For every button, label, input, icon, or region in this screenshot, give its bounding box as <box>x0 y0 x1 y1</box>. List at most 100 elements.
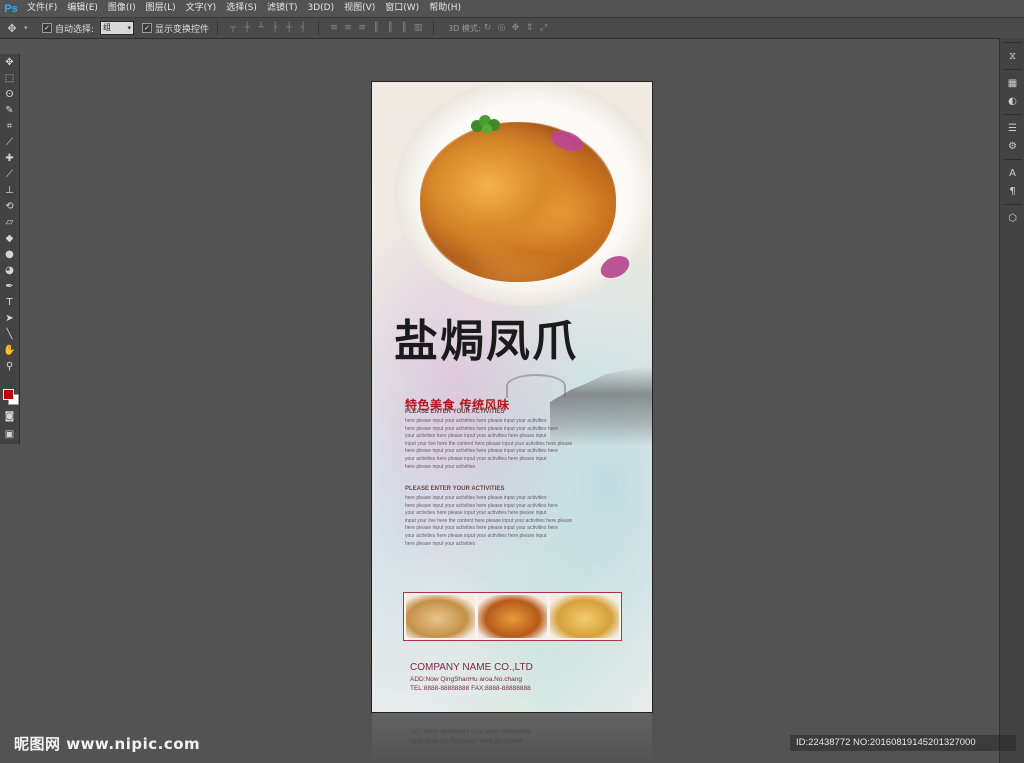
chicken-feet-image <box>420 122 616 282</box>
move-tool-icon[interactable]: ✥ <box>0 22 24 35</box>
menu-layer[interactable]: 图层(L) <box>141 0 181 17</box>
body-line: here please input your activities here p… <box>405 448 558 455</box>
tool-preset-caret-icon[interactable]: ▾ <box>24 24 34 32</box>
menu-image[interactable]: 图像(I) <box>103 0 141 17</box>
marquee-tool-icon[interactable]: ⬚ <box>0 70 19 86</box>
3d-rotate-icon[interactable]: ↻ <box>483 23 493 33</box>
align-right-icon[interactable]: ┤ <box>298 23 308 33</box>
swatches-panel-icon[interactable]: ▦ <box>1000 74 1024 92</box>
eraser-tool-icon[interactable]: ▱ <box>0 214 19 230</box>
show-transform-checkbox[interactable]: ✓ <box>142 23 153 33</box>
3d-drag-icon[interactable]: ✥ <box>511 23 521 33</box>
3d-panel-icon[interactable]: ⬡ <box>1000 209 1024 227</box>
menu-view[interactable]: 视图(V) <box>339 0 380 17</box>
body-line: input your live here the content here pl… <box>405 440 573 447</box>
auto-align-icon[interactable]: ▥ <box>413 23 423 33</box>
food-thumbnail <box>406 595 475 638</box>
company-phone-fax: TEL:8888-88888888 FAX:8888-88888888 <box>410 685 531 692</box>
parsley-garnish-icon <box>471 115 500 134</box>
screen-mode-icon[interactable]: ▣ <box>0 426 19 442</box>
menu-type[interactable]: 文字(Y) <box>181 0 222 17</box>
food-thumbnail <box>550 595 619 638</box>
section-body: here please input your activities here p… <box>405 495 620 548</box>
body-line: your activities here please input your a… <box>405 455 547 462</box>
body-line: here please input your activities here p… <box>405 425 558 432</box>
body-line: your activities here please input your a… <box>405 433 547 440</box>
quick-select-tool-icon[interactable]: ✎ <box>0 102 19 118</box>
path-select-tool-icon[interactable]: ➤ <box>0 310 19 326</box>
document-canvas[interactable]: 盐焗凤爪 特色美食 传统风味 PLEASE ENTER YOUR ACTIVIT… <box>372 82 652 712</box>
align-top-icon[interactable]: ┬ <box>228 23 238 33</box>
layers-panel-icon[interactable]: ☰ <box>1000 119 1024 137</box>
pen-tool-icon[interactable]: ✒ <box>0 278 19 294</box>
hand-tool-icon[interactable]: ✋ <box>0 342 19 358</box>
brush-tool-icon[interactable]: ⟋ <box>0 166 19 182</box>
food-thumbnail-strip <box>403 592 622 641</box>
section-heading: PLEASE ENTER YOUR ACTIVITIES <box>405 486 505 492</box>
align-hcenter-icon[interactable]: ┼ <box>284 23 294 33</box>
3d-slide-icon[interactable]: ⇕ <box>525 23 535 33</box>
menu-bar: Ps 文件(F) 编辑(E) 图像(I) 图层(L) 文字(Y) 选择(S) 滤… <box>0 0 1024 18</box>
distribute-left-icon[interactable]: ║ <box>371 23 381 33</box>
body-line: your activities here please input your a… <box>405 510 547 517</box>
crop-tool-icon[interactable]: ⌗ <box>0 118 19 134</box>
foreground-color-swatch[interactable] <box>3 389 14 400</box>
menu-window[interactable]: 窗口(W) <box>380 0 424 17</box>
site-watermark: 昵图网 www.nipic.com <box>14 735 201 753</box>
adjustments-panel-icon[interactable]: ◐ <box>1000 92 1024 110</box>
section-body: here please input your activities here p… <box>405 418 620 471</box>
distribute-bottom-icon[interactable]: ≡ <box>357 23 367 33</box>
panel-dock: ⧖ ▦ ◐ ☰ ⚙ A ¶ ⬡ <box>999 38 1024 763</box>
menu-file[interactable]: 文件(F) <box>22 0 62 17</box>
type-tool-icon[interactable]: T <box>0 294 19 310</box>
distribute-vcenter-icon[interactable]: ≡ <box>343 23 353 33</box>
menu-3d[interactable]: 3D(D) <box>302 0 339 17</box>
distribute-right-icon[interactable]: ║ <box>399 23 409 33</box>
reflected-text: TEL:8888-88888888 FAX:8888-88888888 <box>410 727 531 734</box>
body-line: here please input your activities here p… <box>405 495 547 501</box>
body-line: here please input your activities <box>405 540 476 547</box>
line-tool-icon[interactable]: ╲ <box>0 326 19 342</box>
3d-scale-icon[interactable]: ⤢ <box>539 23 549 33</box>
menu-edit[interactable]: 编辑(E) <box>62 0 103 17</box>
eyedropper-tool-icon[interactable]: ⟋ <box>0 134 19 150</box>
healing-brush-tool-icon[interactable]: ✚ <box>0 150 19 166</box>
quick-mask-icon[interactable]: ◙ <box>0 408 19 424</box>
paragraph-panel-icon[interactable]: ¶ <box>1000 182 1024 200</box>
separator <box>1003 159 1022 160</box>
align-vcenter-icon[interactable]: ┼ <box>242 23 252 33</box>
company-name: COMPANY NAME CO.,LTD <box>410 662 533 673</box>
canvas-reflection: ADD:Now QingShanHu aroa.No.chang TEL:888… <box>372 713 652 763</box>
zoom-tool-icon[interactable]: ⚲ <box>0 358 19 374</box>
gradient-tool-icon[interactable]: ◆ <box>0 230 19 246</box>
distribute-hcenter-icon[interactable]: ║ <box>385 23 395 33</box>
clone-stamp-tool-icon[interactable]: ⊥ <box>0 182 19 198</box>
character-panel-icon[interactable]: A <box>1000 164 1024 182</box>
move-tool-icon[interactable]: ✥ <box>0 54 19 70</box>
menu-select[interactable]: 选择(S) <box>221 0 262 17</box>
poster-title: 盐焗凤爪 <box>394 316 578 367</box>
blur-tool-icon[interactable]: ● <box>0 246 19 262</box>
align-bottom-icon[interactable]: ┴ <box>256 23 266 33</box>
dodge-tool-icon[interactable]: ◕ <box>0 262 19 278</box>
tools-panel: ✥ ⬚ ʘ ✎ ⌗ ⟋ ✚ ⟋ ⊥ ⟲ ▱ ◆ ● ◕ ✒ T ➤ ╲ ✋ ⚲ … <box>0 54 20 444</box>
history-panel-icon[interactable]: ⧖ <box>1000 47 1024 65</box>
separator <box>433 21 435 35</box>
3d-roll-icon[interactable]: ◎ <box>497 23 507 33</box>
auto-select-dropdown[interactable]: 组 <box>100 21 135 35</box>
align-left-icon[interactable]: ├ <box>270 23 280 33</box>
food-thumbnail <box>478 595 547 638</box>
auto-select-label: 自动选择: <box>55 24 95 35</box>
separator <box>1003 114 1022 115</box>
show-transform-label: 显示变换控件 <box>155 24 210 35</box>
menu-help[interactable]: 帮助(H) <box>424 0 466 17</box>
menu-filter[interactable]: 滤镜(T) <box>262 0 303 17</box>
properties-panel-icon[interactable]: ⚙ <box>1000 137 1024 155</box>
reflected-text: ADD:Now QingShanHu aroa.No.chang <box>410 737 523 744</box>
lasso-tool-icon[interactable]: ʘ <box>0 86 19 102</box>
3d-mode-label: 3D 模式: <box>448 23 481 33</box>
auto-select-checkbox[interactable]: ✓ <box>42 23 52 33</box>
history-brush-tool-icon[interactable]: ⟲ <box>0 198 19 214</box>
separator <box>1003 42 1022 43</box>
distribute-top-icon[interactable]: ≡ <box>329 23 339 33</box>
